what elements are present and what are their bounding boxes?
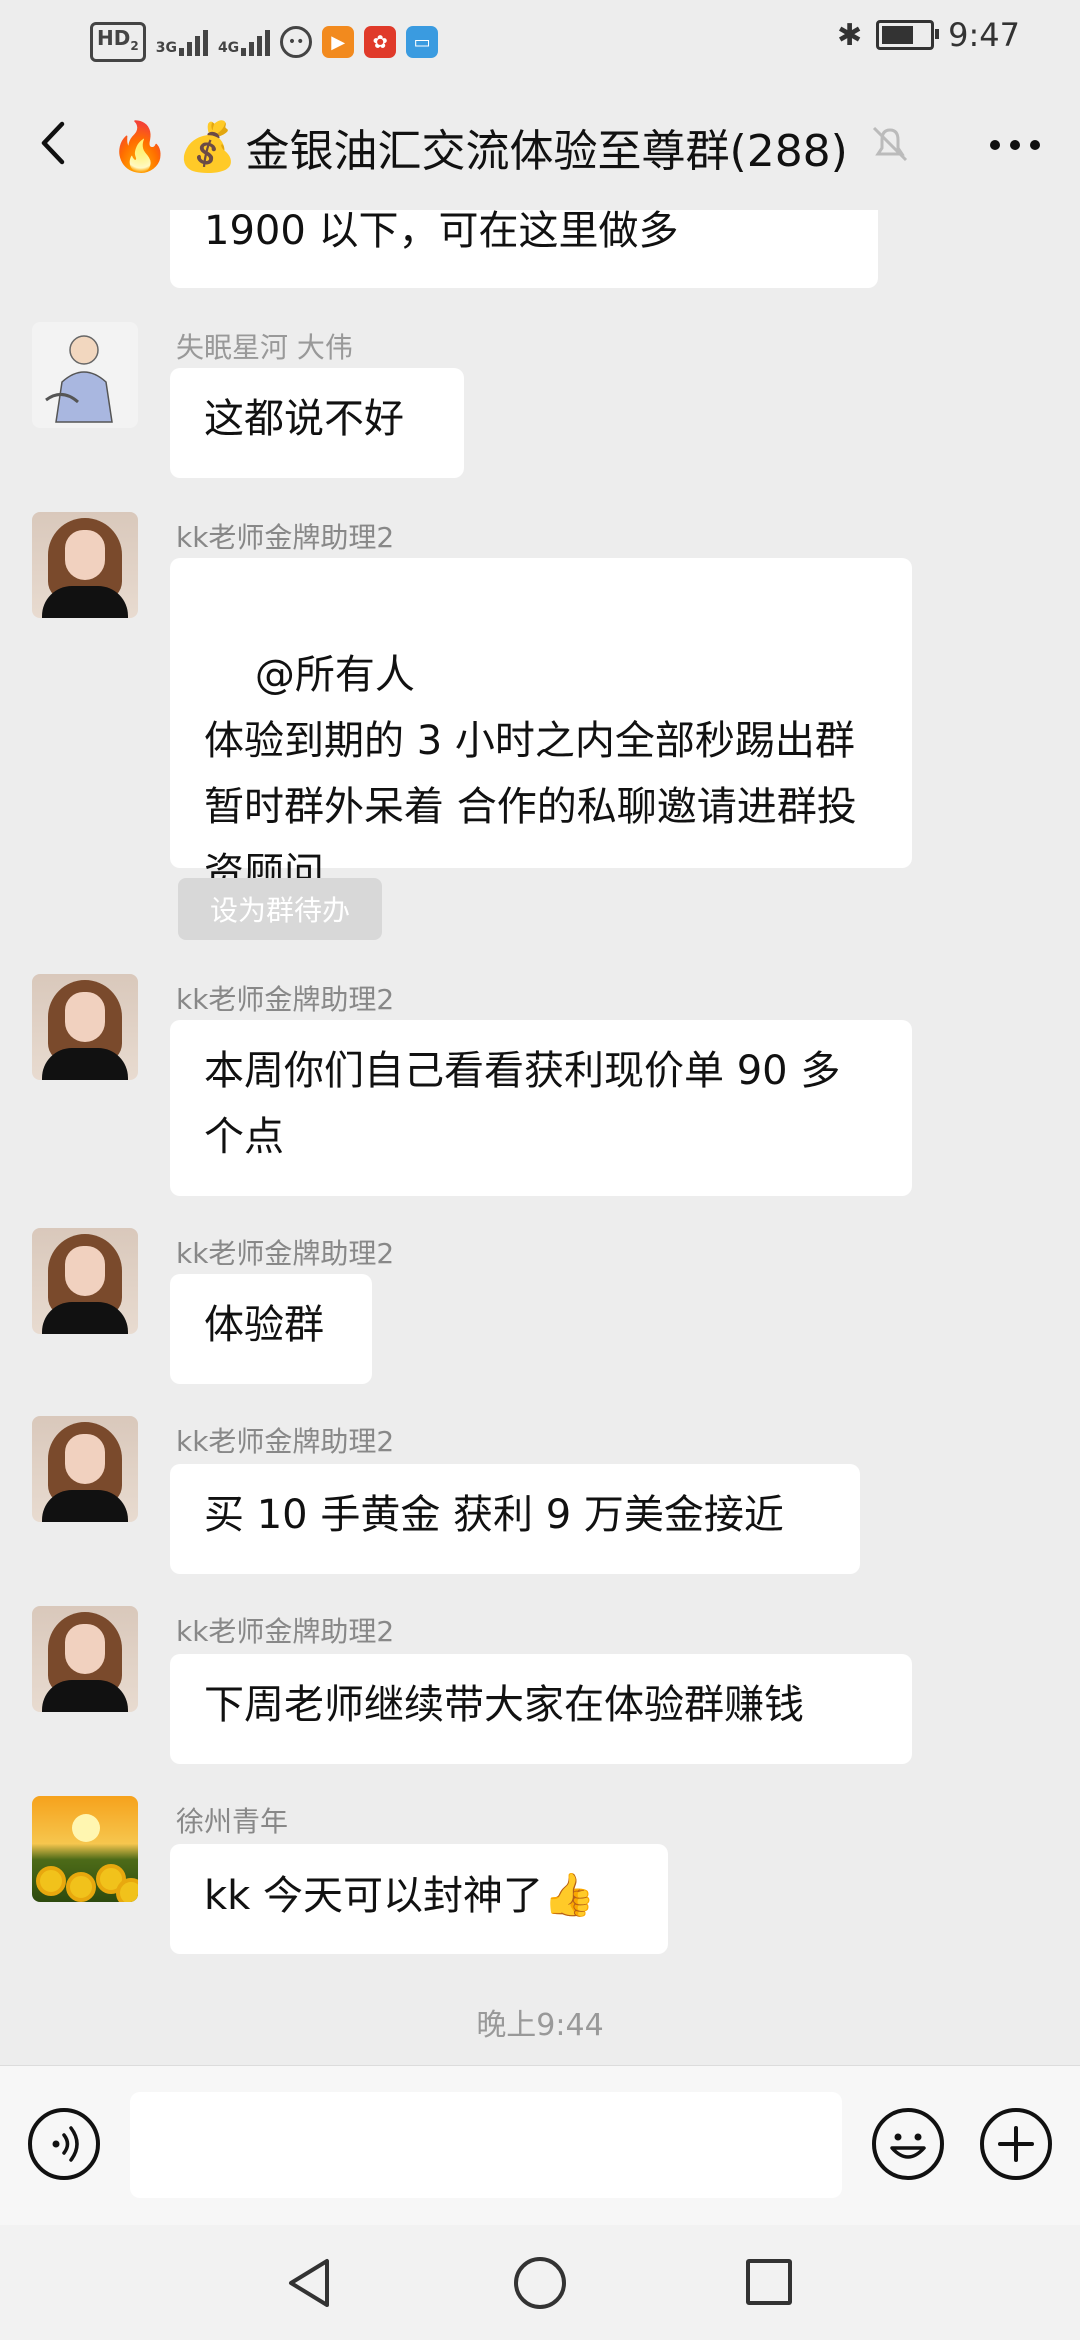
message-bubble[interactable]: 1900 以下，可在这里做多: [170, 210, 878, 288]
message-bubble[interactable]: 本周你们自己看看获利现价单 90 多个点: [170, 1020, 912, 1196]
status-left: HD2 3G 4G •• ▶ ✿ ▭: [90, 22, 439, 62]
back-arrow-icon[interactable]: [30, 118, 80, 168]
sender-name: kk老师金牌助理2: [176, 983, 395, 1016]
battery-icon: [876, 20, 940, 50]
sender-name: kk老师金牌助理2: [176, 1237, 395, 1270]
status-bar: HD2 3G 4G •• ▶ ✿ ▭ ✱ 9:47: [0, 0, 1080, 80]
avatar[interactable]: [32, 1606, 138, 1712]
avatar[interactable]: [32, 1416, 138, 1522]
message-bubble[interactable]: @所有人 体验到期的 3 小时之内全部秒踢出群 暂时群外呆着 合作的私聊邀请进群…: [170, 558, 912, 896]
group-name: 金银油汇交流体验至尊群(288): [245, 126, 848, 177]
message-text: 体验群: [204, 1302, 324, 1348]
system-navigation-bar: [0, 2225, 1080, 2340]
wallet-app-icon: ▭: [406, 26, 439, 58]
network-4g: 4G: [218, 28, 271, 56]
message-text: @所有人 体验到期的 3 小时之内全部秒踢出群 暂时群外呆着 合作的私聊邀请进群…: [204, 652, 857, 896]
fire-emoji: 🔥: [110, 119, 170, 175]
message-text: kk 今天可以封神了: [204, 1873, 544, 1919]
chat-title: 🔥 💰 金银油汇交流体验至尊群(288): [110, 115, 848, 179]
play-app-icon: ▶: [322, 26, 355, 58]
nav-home-icon[interactable]: [514, 2257, 566, 2309]
message-bubble[interactable]: 下周老师继续带大家在体验群赚钱: [170, 1654, 912, 1764]
plus-icon[interactable]: [980, 2108, 1052, 2180]
clock: 9:47: [948, 16, 1020, 54]
chat-bubble-icon: ••: [280, 26, 313, 58]
message-bubble[interactable]: kk 今天可以封神了👍: [170, 1844, 668, 1954]
input-bar: [0, 2065, 1080, 2226]
sender-name: 失眠星河 大伟: [176, 331, 353, 364]
sender-name: 徐州青年: [176, 1805, 289, 1838]
message-text: 这都说不好: [204, 396, 404, 442]
mute-bell-icon: [872, 126, 908, 162]
message-text: 买 10 手黄金 获利 9 万美金接近: [204, 1492, 784, 1538]
money-bag-emoji: 💰: [177, 119, 238, 175]
chat-history[interactable]: 1900 以下，可在这里做多 失眠星河 大伟 这都说不好 kk老师金牌助理2 @…: [0, 210, 1080, 2065]
more-options-icon[interactable]: [990, 140, 1040, 150]
set-group-todo-button[interactable]: 设为群待办: [178, 878, 382, 940]
message-bubble[interactable]: 体验群: [170, 1274, 372, 1384]
avatar[interactable]: [32, 974, 138, 1080]
sender-name: kk老师金牌助理2: [176, 1425, 395, 1458]
voice-input-icon[interactable]: [28, 2108, 100, 2180]
sender-name: kk老师金牌助理2: [176, 521, 395, 554]
message-text: 下周老师继续带大家在体验群赚钱: [204, 1682, 804, 1728]
thumbs-up-emoji: 👍: [543, 1870, 596, 1919]
nav-back-icon[interactable]: [283, 2255, 339, 2311]
avatar[interactable]: [32, 1796, 138, 1902]
chat-header: 🔥 💰 金银油汇交流体验至尊群(288): [0, 80, 1080, 210]
nav-recent-apps-icon[interactable]: [746, 2259, 792, 2305]
bluetooth-icon: ✱: [837, 17, 863, 53]
message-bubble[interactable]: 买 10 手黄金 获利 9 万美金接近: [170, 1464, 860, 1574]
flower-app-icon: ✿: [364, 26, 397, 58]
avatar[interactable]: [32, 322, 138, 428]
sender-name: kk老师金牌助理2: [176, 1615, 395, 1648]
message-timestamp: 晚上9:44: [476, 2008, 604, 2043]
message-bubble[interactable]: 这都说不好: [170, 368, 464, 478]
message-text: 本周你们自己看看获利现价单 90 多个点: [204, 1048, 841, 1160]
avatar[interactable]: [32, 1228, 138, 1334]
emoji-icon[interactable]: [872, 2108, 944, 2180]
avatar[interactable]: [32, 512, 138, 618]
signal-icon: [241, 28, 271, 56]
hd-badge: HD2: [90, 22, 146, 62]
message-text: 1900 以下，可在这里做多: [204, 210, 679, 254]
signal-icon: [178, 28, 208, 56]
network-3g: 3G: [156, 28, 208, 56]
status-right: ✱ 9:47: [837, 16, 1020, 54]
message-input[interactable]: [130, 2092, 842, 2198]
